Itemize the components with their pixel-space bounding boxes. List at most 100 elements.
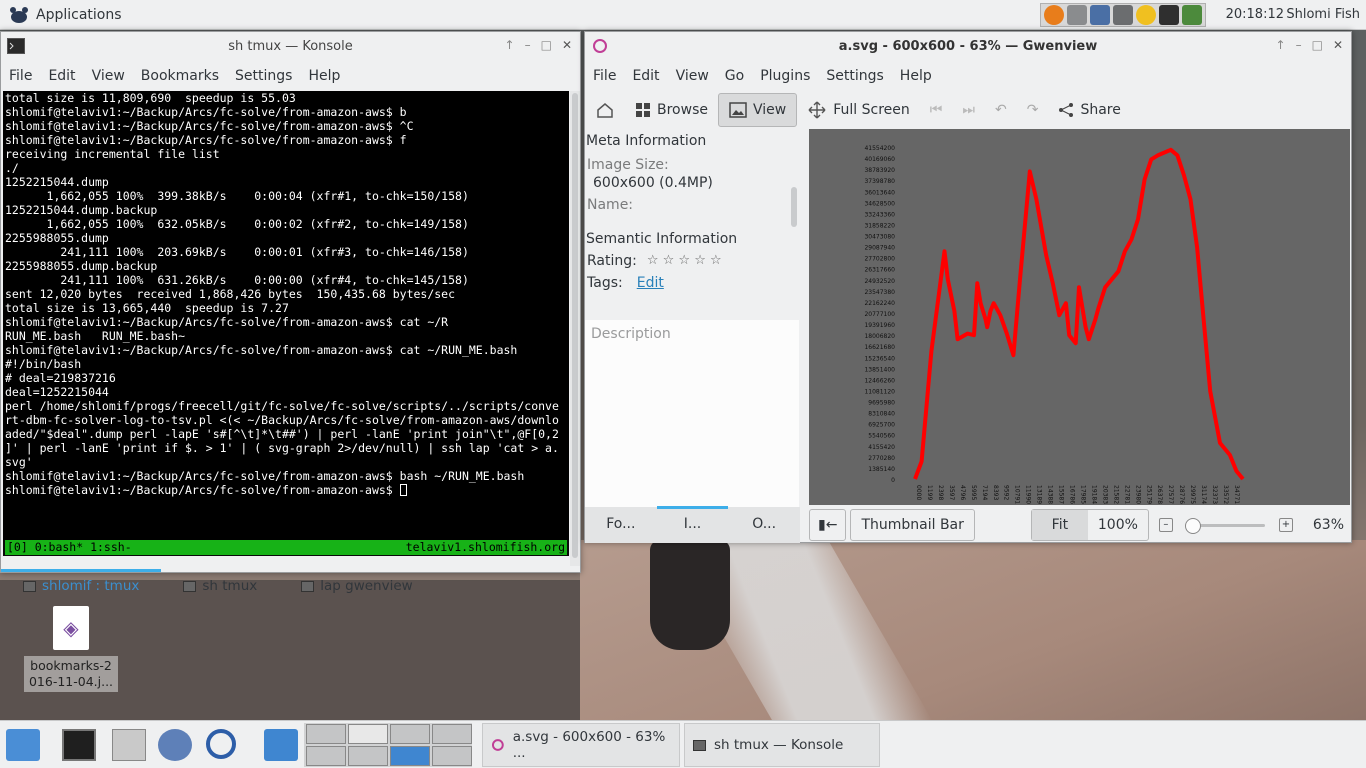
tab-sh-tmux[interactable]: sh tmux — [161, 569, 279, 603]
update-icon[interactable] — [1044, 5, 1064, 25]
fit-button[interactable]: Fit — [1031, 510, 1088, 540]
user-name[interactable]: Shlomi Fish — [1286, 7, 1360, 22]
filing-cabinet-launcher-icon[interactable] — [112, 729, 146, 761]
gwenview-window: a.svg - 600x600 - 63% — Gwenview ↑ – □ ✕ Fi… — [584, 31, 1352, 543]
zoom-slider[interactable] — [1184, 518, 1265, 534]
y-tick-label: 30473080 — [864, 234, 895, 241]
menu-plugins[interactable]: Plugins — [752, 68, 818, 84]
gwenview-task-icon — [491, 739, 504, 751]
tags-edit-link[interactable]: Edit — [637, 275, 664, 291]
maximize-icon[interactable]: □ — [541, 38, 552, 52]
terminal-launcher-icon[interactable] — [62, 729, 96, 761]
minimize-icon[interactable]: – — [1296, 38, 1302, 52]
tab-shlomif-tmux[interactable]: shlomif : tmux — [1, 569, 162, 603]
task-gwenview[interactable]: a.svg - 600x600 - 63% ... — [482, 723, 680, 767]
rotate-right-button[interactable]: ↷ — [1017, 93, 1049, 127]
gwenview-titlebar[interactable]: a.svg - 600x600 - 63% — Gwenview ↑ – □ ✕ — [585, 32, 1351, 61]
rating-stars[interactable]: ☆ ☆ ☆ ☆ ☆ — [647, 253, 722, 269]
clock[interactable]: 20:18:12 — [1226, 7, 1284, 22]
terminal-scrollbar[interactable] — [570, 91, 580, 566]
menu-edit[interactable]: Edit — [624, 68, 667, 84]
menu-bookmarks[interactable]: Bookmarks — [133, 68, 227, 84]
sidebar-tab-folders[interactable]: Fo... — [585, 507, 657, 543]
volume-icon[interactable] — [1067, 5, 1087, 25]
last-image-button[interactable]: ⏭ — [952, 93, 985, 127]
image-viewer[interactable]: 41554200 40169060 38783920 37398780 36013640… — [809, 129, 1350, 505]
x-tick-label: 8393 — [992, 485, 999, 500]
battery-icon[interactable] — [1182, 5, 1202, 25]
menu-go[interactable]: Go — [717, 68, 752, 84]
zoom-out-icon[interactable]: – — [1158, 518, 1173, 532]
terminal-output[interactable]: total size is 11,809,690 speedup is 55.0… — [3, 91, 569, 540]
description-field[interactable]: Description — [585, 320, 799, 507]
menu-help[interactable]: Help — [300, 68, 348, 84]
thumbnail-bar-button[interactable]: Thumbnail Bar — [850, 509, 975, 541]
desktop-file-icon[interactable]: ◈ bookmarks-2 016-11-04.j... — [24, 606, 118, 692]
folder-launcher-icon[interactable] — [264, 729, 298, 761]
view-button[interactable]: View — [717, 93, 798, 127]
sidebar-tab-operations[interactable]: O... — [728, 507, 800, 543]
workspace-6[interactable] — [348, 746, 388, 766]
gwenview-icon — [593, 39, 607, 53]
workspace-3[interactable] — [390, 724, 430, 744]
minimize-icon[interactable]: – — [525, 38, 531, 52]
scrollbar-thumb[interactable] — [572, 93, 578, 558]
file-icon: ◈ — [53, 606, 89, 650]
workspace-4[interactable] — [432, 724, 472, 744]
menu-settings[interactable]: Settings — [227, 68, 300, 84]
close-icon[interactable]: ✕ — [562, 38, 572, 52]
workspace-8[interactable] — [432, 746, 472, 766]
workspace-7[interactable] — [390, 746, 430, 766]
applications-menu[interactable]: Applications — [0, 5, 122, 25]
chat-icon[interactable] — [1136, 5, 1156, 25]
keep-above-icon[interactable]: ↑ — [505, 38, 515, 52]
menu-settings[interactable]: Settings — [818, 68, 891, 84]
konsole-titlebar[interactable]: sh tmux — Konsole ↑ – □ ✕ — [1, 32, 580, 61]
workspace-2[interactable] — [348, 724, 388, 744]
close-icon[interactable]: ✕ — [1333, 38, 1343, 52]
meta-info-header[interactable]: Meta Information — [585, 129, 800, 149]
menu-view[interactable]: View — [84, 68, 133, 84]
keep-above-icon[interactable]: ↑ — [1276, 38, 1286, 52]
sensors-icon[interactable] — [1113, 5, 1133, 25]
rotate-left-button[interactable]: ↶ — [985, 93, 1017, 127]
fullscreen-icon — [808, 101, 826, 119]
workspace-5[interactable] — [306, 746, 346, 766]
terminal-line: svg' — [5, 455, 33, 469]
terminal-line: deal=1252215044 — [5, 385, 109, 399]
terminal-line: 241,111 100% 631.26kB/s 0:00:00 (xfr#4, … — [5, 273, 469, 287]
semantic-info-header[interactable]: Semantic Information — [585, 227, 800, 247]
y-tick-label: 13851400 — [864, 366, 895, 373]
menu-file[interactable]: File — [585, 68, 624, 84]
maximize-icon[interactable]: □ — [1312, 38, 1323, 52]
lock-icon[interactable] — [1159, 5, 1179, 25]
workspace-pager[interactable] — [304, 723, 472, 767]
zoom-value[interactable]: 63% — [1313, 517, 1344, 533]
network-icon[interactable] — [1090, 5, 1110, 25]
meta-scrollbar[interactable] — [791, 187, 797, 227]
browse-button[interactable]: Browse — [625, 93, 718, 127]
terminal-line: #!/bin/bash — [5, 357, 82, 371]
sidebar-tab-information[interactable]: I... — [656, 506, 729, 543]
terminal-line: 1,662,055 100% 632.05kB/s 0:00:02 (xfr#2… — [5, 217, 469, 231]
file-manager-launcher-icon[interactable] — [6, 729, 40, 761]
terminal-tab-icon — [183, 580, 197, 592]
web-browser-launcher-icon[interactable] — [158, 729, 192, 761]
share-button[interactable]: Share — [1048, 93, 1130, 127]
menu-view[interactable]: View — [668, 68, 717, 84]
workspace-1[interactable] — [306, 724, 346, 744]
zoom-in-icon[interactable]: + — [1278, 518, 1293, 532]
zoom-slider-handle[interactable] — [1184, 518, 1201, 534]
tab-lap-gwenview[interactable]: lap gwenview — [279, 569, 434, 603]
task-konsole[interactable]: sh tmux — Konsole — [684, 723, 880, 767]
menu-edit[interactable]: Edit — [40, 68, 83, 84]
first-image-button[interactable]: ⏮ — [920, 93, 953, 127]
toggle-sidebar-button[interactable]: ▮← — [809, 509, 847, 541]
zoom-100-button[interactable]: 100% — [1088, 510, 1148, 540]
terminal-line: aded/"$deal".dump perl -lapE 's#[^\t]*\t… — [5, 427, 559, 441]
home-button[interactable] — [585, 93, 625, 127]
menu-file[interactable]: File — [1, 68, 40, 84]
fullscreen-button[interactable]: Full Screen — [797, 93, 920, 127]
search-launcher-icon[interactable] — [206, 729, 236, 759]
menu-help[interactable]: Help — [892, 68, 940, 84]
